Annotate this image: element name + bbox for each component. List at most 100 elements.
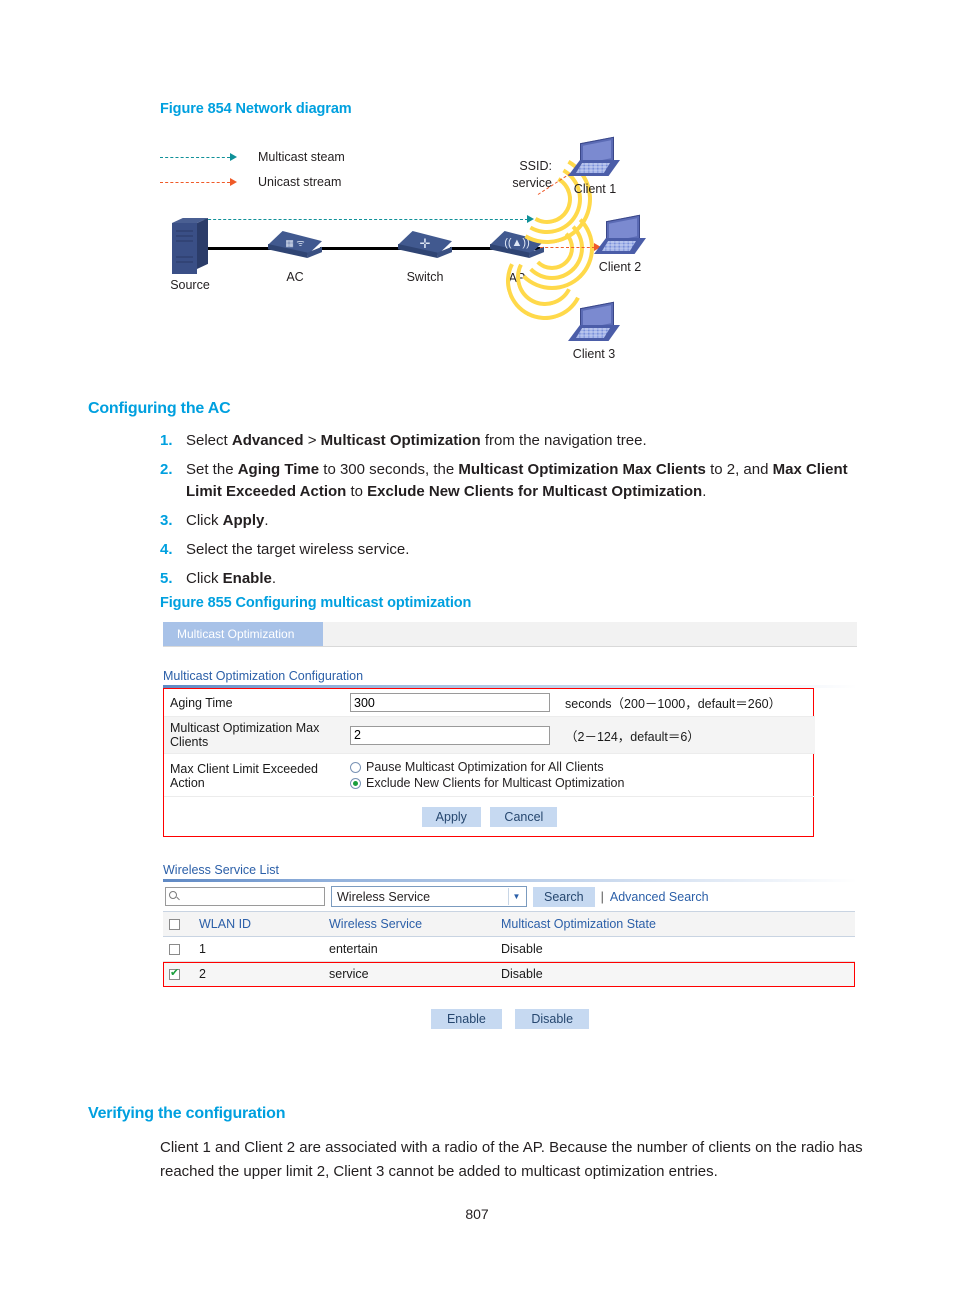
max-clients-input[interactable] <box>350 725 550 745</box>
step-number: 4. <box>160 541 173 558</box>
tab-multicast-optimization[interactable]: Multicast Optimization <box>163 622 323 646</box>
figure-854-caption: Figure 854 Network diagram <box>160 101 352 117</box>
device-label-ac: AC <box>286 270 304 284</box>
header-select-all <box>163 911 193 937</box>
search-button[interactable]: Search <box>533 886 595 907</box>
radio-pause-icon[interactable] <box>350 761 361 773</box>
device-label-client-1: Client 1 <box>573 182 617 196</box>
link-ac-switch <box>320 247 405 250</box>
config-form-highlight-box: Aging Time seconds（200－1000，default＝260）… <box>163 688 815 837</box>
search-icon <box>169 891 177 899</box>
hint-max-clients: （2－124，default＝6） <box>559 716 815 754</box>
step-number: 1. <box>160 432 173 449</box>
table-row[interactable]: 2 service Disable <box>163 961 855 987</box>
config-section-title: Multicast Optimization Configuration <box>163 669 364 683</box>
row-multicast-state: Disable <box>495 961 855 987</box>
form-row-exceeded-action: Max Client Limit Exceeded Action Pause M… <box>164 753 815 797</box>
select-all-checkbox[interactable] <box>169 919 180 931</box>
label-max-clients: Multicast Optimization Max Clients <box>164 716 344 754</box>
configuration-step: 1. Select Advanced > Multicast Optimizati… <box>160 430 872 452</box>
wireless-controller-icon: ▦ ᯤ <box>268 231 322 265</box>
radio-pause-label: Pause Multicast Optimization for All Cli… <box>366 760 604 774</box>
server-icon <box>172 218 208 274</box>
legend-multicast-arrow-icon <box>230 153 237 161</box>
switch-icon: ✛ <box>398 231 452 265</box>
search-field-select[interactable]: Wireless Service ▼ <box>331 886 527 907</box>
toolbar-divider: | <box>600 889 604 904</box>
configuration-step: 5. Click Enable. <box>160 568 872 590</box>
step-text: Select Advanced > Multicast Optimization… <box>186 432 647 449</box>
header-wireless-service[interactable]: Wireless Service <box>323 911 495 937</box>
search-input[interactable] <box>165 887 325 906</box>
radio-exclude-label: Exclude New Clients for Multicast Optimi… <box>366 776 625 790</box>
device-label-client-2: Client 2 <box>598 260 642 274</box>
row-checkbox[interactable] <box>169 967 180 981</box>
page-number: 807 <box>465 1206 489 1222</box>
configuration-steps-list: 1. Select Advanced > Multicast Optimizati… <box>160 430 872 597</box>
section-heading-verifying: Verifying the configuration <box>88 1105 286 1122</box>
row-wireless-service: service <box>323 961 495 987</box>
row-checkbox-cell <box>163 961 193 987</box>
step-text: Click Apply. <box>186 512 269 529</box>
list-button-row: Enable Disable <box>163 1009 857 1029</box>
row-checkbox[interactable] <box>169 944 180 956</box>
device-label-client-3: Client 3 <box>572 347 616 361</box>
row-multicast-state: Disable <box>495 936 855 962</box>
configuration-step: 3. Click Apply. <box>160 510 872 532</box>
configuration-step: 2. Set the Aging Time to 300 seconds, the… <box>160 459 872 503</box>
radio-option-exclude[interactable]: Exclude New Clients for Multicast Optimi… <box>350 775 809 791</box>
verification-paragraph: Client 1 and Client 2 are associated wit… <box>160 1139 863 1180</box>
legend-multicast-line <box>160 157 230 158</box>
section-heading-configuring-ac: Configuring the AC <box>88 400 231 417</box>
config-form-table: Aging Time seconds（200－1000，default＝260）… <box>164 689 815 836</box>
header-wlan-id[interactable]: WLAN ID <box>193 911 323 937</box>
header-multicast-state[interactable]: Multicast Optimization State <box>495 911 855 937</box>
search-toolbar: Wireless Service ▼ Search | Advanced Sea… <box>163 882 857 911</box>
radio-option-pause[interactable]: Pause Multicast Optimization for All Cli… <box>350 759 809 775</box>
chevron-down-icon[interactable]: ▼ <box>508 888 524 905</box>
device-label-source: Source <box>170 278 210 292</box>
multicast-path-line <box>188 219 528 220</box>
hint-aging-time: seconds（200－1000，default＝260） <box>559 689 815 717</box>
unicast-path-client2 <box>540 247 595 248</box>
row-wireless-service: entertain <box>323 936 495 962</box>
network-diagram: Multicast steam Unicast stream Source ▦ … <box>150 130 670 380</box>
table-row[interactable]: 1 entertain Disable <box>163 936 855 962</box>
legend-unicast-line <box>160 182 230 183</box>
device-label-switch: Switch <box>406 270 444 284</box>
radio-exclude-icon[interactable] <box>350 777 361 789</box>
label-aging-time: Aging Time <box>164 689 344 717</box>
table-header-row: WLAN ID Wireless Service Multicast Optim… <box>163 911 855 937</box>
ui-tab-bar: Multicast Optimization <box>163 622 857 647</box>
legend-multicast-label: Multicast steam <box>258 150 345 164</box>
laptop-icon <box>594 214 646 258</box>
label-exceeded-action: Max Client Limit Exceeded Action <box>164 753 344 797</box>
row-wlan-id: 2 <box>193 961 323 987</box>
aging-time-input[interactable] <box>350 693 550 712</box>
advanced-search-link[interactable]: Advanced Search <box>610 890 709 904</box>
cancel-button[interactable]: Cancel <box>490 807 558 827</box>
search-input-wrapper <box>165 887 325 906</box>
wireless-service-table: WLAN ID Wireless Service Multicast Optim… <box>163 911 855 987</box>
step-number: 2. <box>160 461 173 478</box>
legend-unicast-label: Unicast stream <box>258 175 342 189</box>
laptop-icon <box>568 136 620 180</box>
figure-855-caption: Figure 855 Configuring multicast optimiz… <box>160 595 472 611</box>
step-number: 3. <box>160 512 173 529</box>
form-row-aging-time: Aging Time seconds（200－1000，default＝260） <box>164 689 815 717</box>
enable-button[interactable]: Enable <box>430 1009 502 1029</box>
row-wlan-id: 1 <box>193 936 323 962</box>
form-button-row: Apply Cancel <box>170 801 809 832</box>
ssid-label: SSID: service <box>512 159 552 190</box>
apply-button[interactable]: Apply <box>421 807 481 827</box>
configuration-step: 4. Select the target wireless service. <box>160 539 872 561</box>
list-section-title: Wireless Service List <box>163 863 279 877</box>
step-text: Set the Aging Time to 300 seconds, the M… <box>186 461 848 500</box>
disable-button[interactable]: Disable <box>515 1009 590 1029</box>
row-checkbox-cell <box>163 936 193 962</box>
multicast-optimization-web-ui: Multicast Optimization Multicast Optimiz… <box>163 622 857 1029</box>
laptop-icon <box>568 301 620 345</box>
step-text: Select the target wireless service. <box>186 541 410 558</box>
step-number: 5. <box>160 570 173 587</box>
legend-unicast-arrow-icon <box>230 178 237 186</box>
